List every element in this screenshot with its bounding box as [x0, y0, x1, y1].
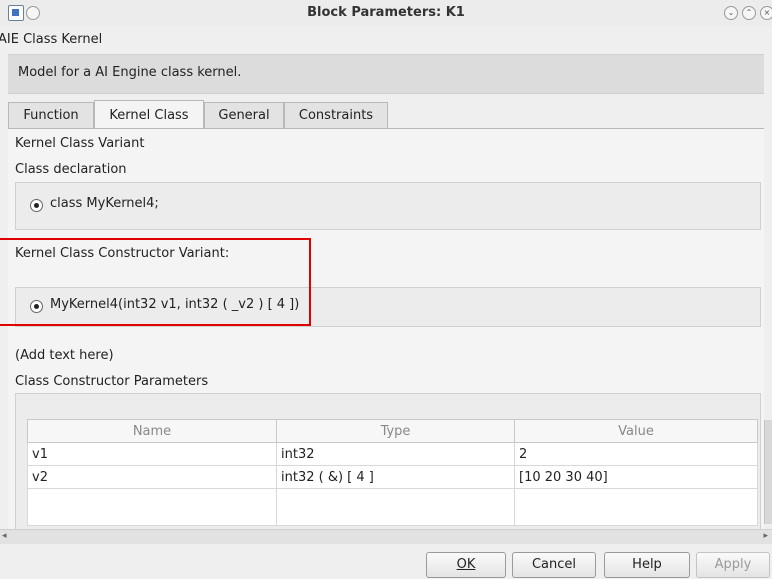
window-titlebar: Block Parameters: K1 ⌄ ⌃ ×: [0, 0, 772, 26]
variant-label: Kernel Class Variant: [15, 136, 145, 151]
dialog-header: AIE Class Kernel: [0, 26, 772, 54]
declaration-radio[interactable]: [30, 199, 43, 212]
cell-type[interactable]: int32 ( &) [ 4 ]: [276, 465, 515, 489]
cancel-button[interactable]: Cancel: [512, 552, 596, 578]
scroll-left-icon[interactable]: ◂: [2, 531, 7, 541]
horizontal-scrollbar[interactable]: ◂ ▸: [0, 529, 772, 544]
tab-function[interactable]: Function: [8, 102, 94, 129]
close-icon[interactable]: ×: [760, 6, 772, 20]
tab-constraints[interactable]: Constraints: [284, 102, 388, 129]
maximize-icon[interactable]: ⌃: [742, 6, 756, 20]
highlight-box: [0, 238, 311, 326]
table-row[interactable]: v2 int32 ( &) [ 4 ] [10 20 30 40]: [27, 465, 758, 489]
cell-value[interactable]: 2: [514, 442, 758, 466]
description-box: Model for a AI Engine class kernel.: [8, 54, 764, 94]
declaration-label: Class declaration: [15, 162, 127, 177]
column-header-type[interactable]: Type: [276, 419, 515, 443]
empty-cell: [27, 488, 277, 526]
declaration-group: class MyKernel4;: [15, 182, 761, 230]
column-header-value[interactable]: Value: [514, 419, 758, 443]
tab-kernel-class[interactable]: Kernel Class: [94, 100, 204, 131]
scroll-right-icon[interactable]: ▸: [763, 531, 768, 541]
block-type-title: AIE Class Kernel: [0, 32, 103, 47]
declaration-option-label[interactable]: class MyKernel4;: [50, 196, 159, 211]
ok-button[interactable]: OK: [426, 552, 506, 578]
tab-general[interactable]: General: [204, 102, 284, 129]
cell-value[interactable]: [10 20 30 40]: [514, 465, 758, 489]
window-title: Block Parameters: K1: [307, 5, 465, 20]
minimize-icon[interactable]: ⌄: [724, 6, 738, 20]
column-header-name[interactable]: Name: [27, 419, 277, 443]
help-button[interactable]: Help: [604, 552, 690, 578]
apply-button[interactable]: Apply: [696, 552, 770, 578]
cell-name[interactable]: v2: [27, 465, 277, 489]
add-text-label: (Add text here): [15, 348, 114, 363]
cancel-label: Cancel: [531, 557, 577, 572]
help-label: Help: [632, 557, 662, 572]
cell-name[interactable]: v1: [27, 442, 277, 466]
apply-label: Apply: [714, 557, 752, 572]
empty-cell: [514, 488, 758, 526]
table-row-empty[interactable]: [27, 488, 758, 526]
cell-type[interactable]: int32: [276, 442, 515, 466]
empty-cell: [276, 488, 515, 526]
ok-label: OK: [456, 557, 476, 572]
tab-panel: Kernel Class Variant Class declaration c…: [8, 128, 764, 534]
params-table: Name Type Value v1 int32 2 v2 int32 ( &)…: [27, 419, 758, 526]
block-description: Model for a AI Engine class kernel.: [18, 65, 242, 80]
table-row[interactable]: v1 int32 2: [27, 442, 758, 466]
params-label: Class Constructor Parameters: [15, 374, 209, 389]
vertical-scrollbar[interactable]: [764, 420, 772, 524]
